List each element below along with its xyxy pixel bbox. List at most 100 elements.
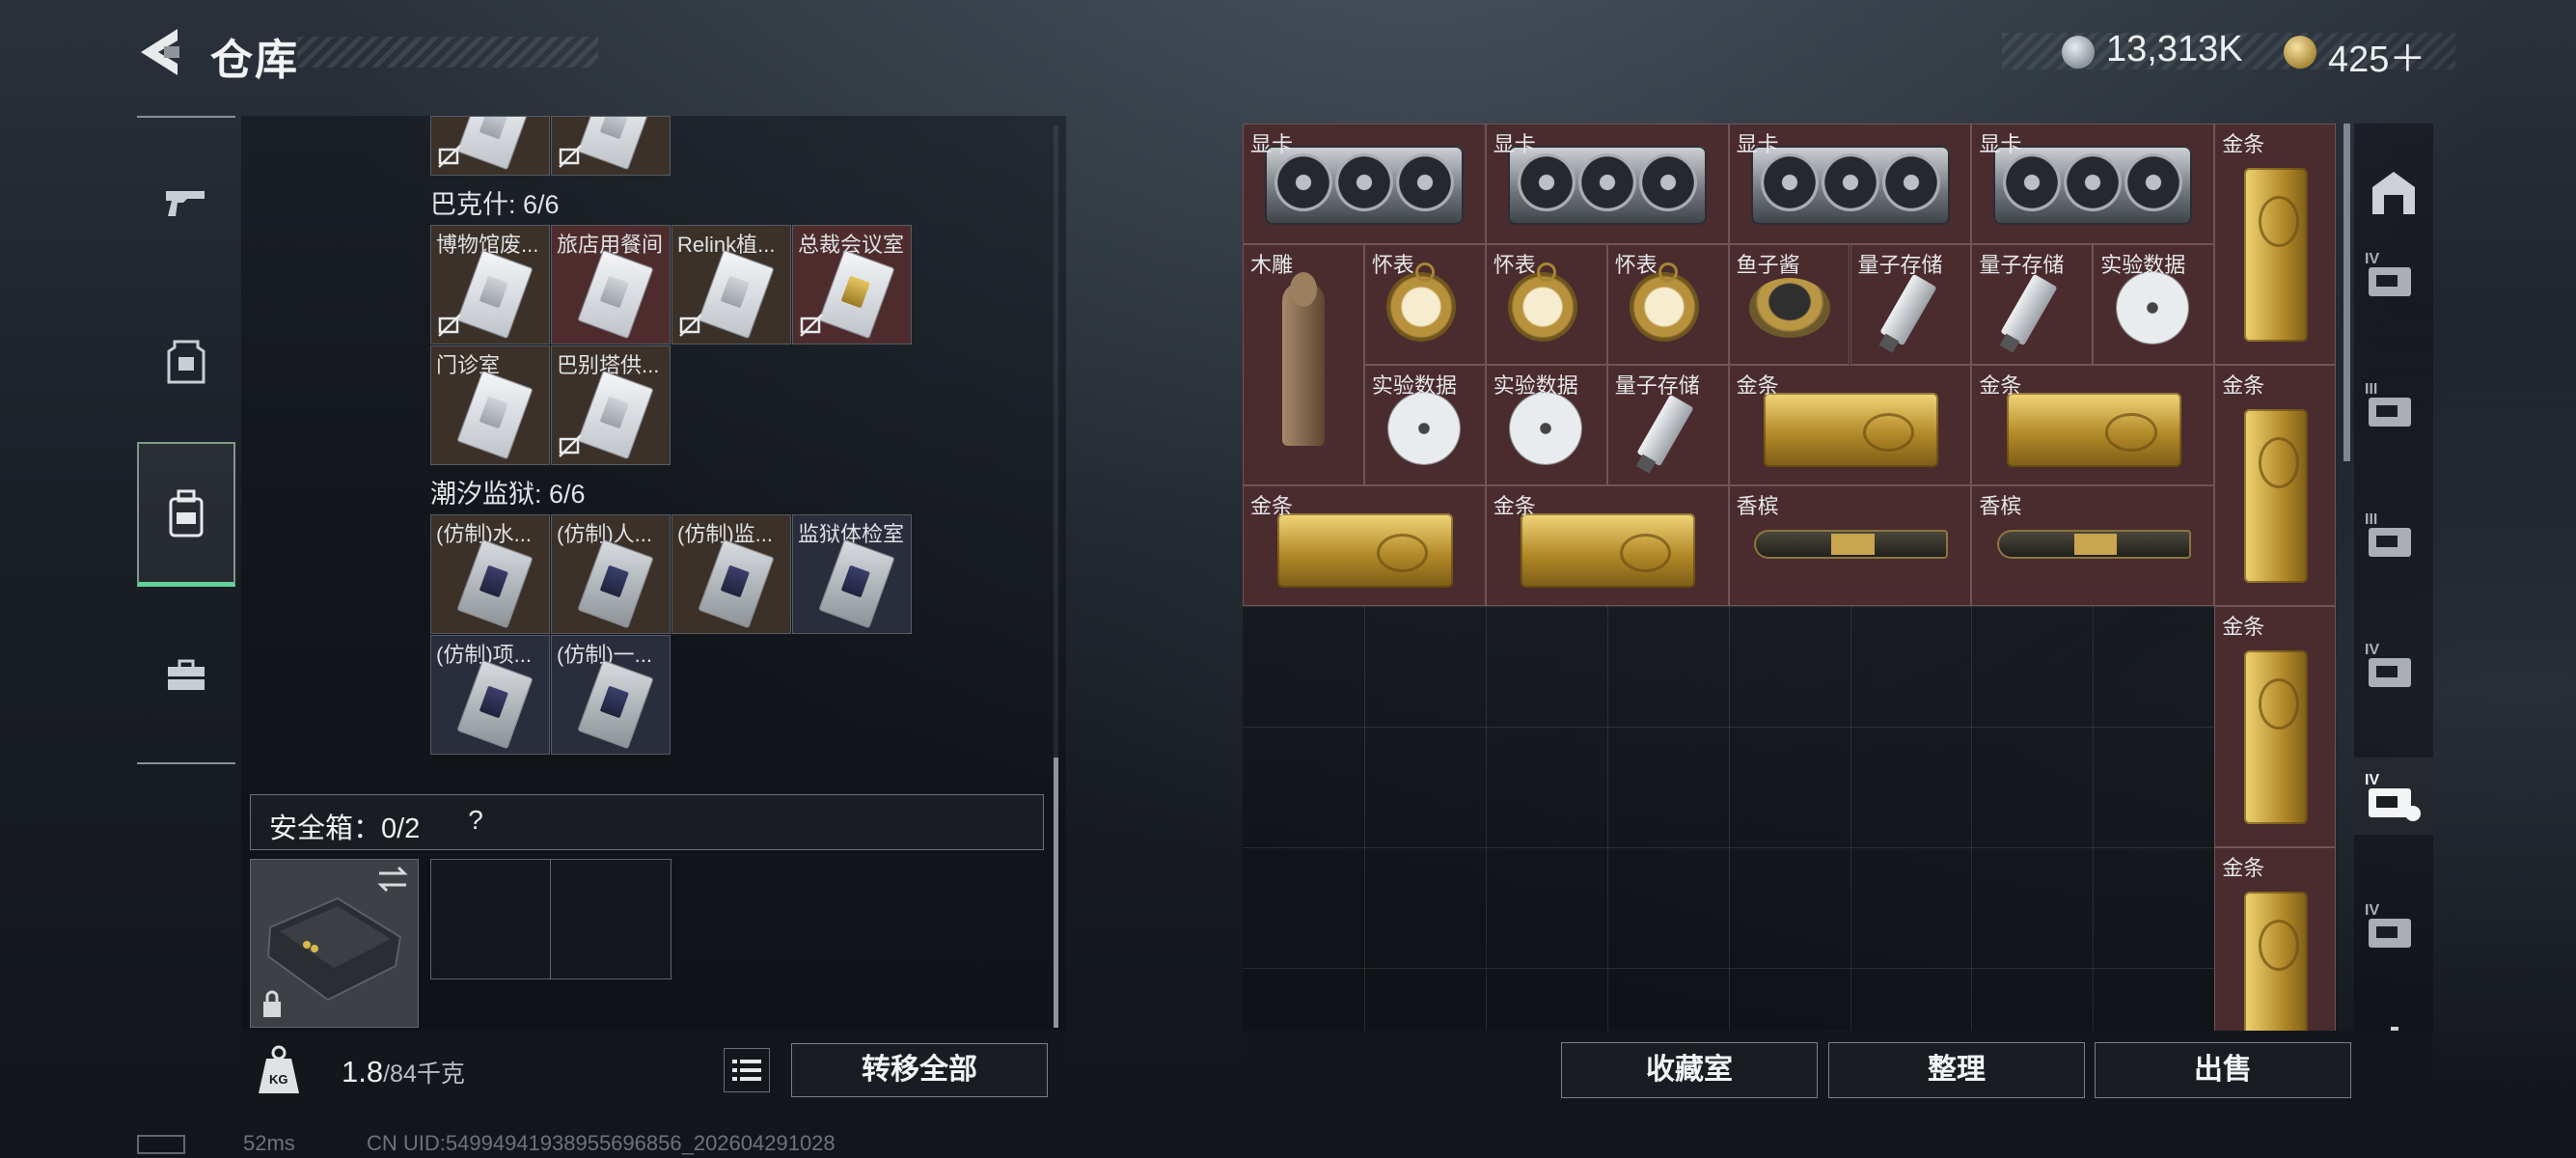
lock-icon [263,990,281,1017]
item-label: 金条 [1736,373,1779,398]
stash-item-disc[interactable]: 实验数据 [1363,365,1486,485]
stash-item-goldbar-h[interactable]: 金条 [1728,365,1972,485]
no-insure-icon [800,314,823,337]
stash-item-gpu[interactable]: 显卡 [1485,124,1729,244]
stash-item-champagne[interactable]: 香槟 [1971,485,2215,606]
data-disc-image [1509,393,1581,464]
item-cell[interactable]: 博物馆废... [430,225,550,345]
item-label: 实验数据 [2100,253,2186,277]
stash-item-gpu[interactable]: 显卡 [1728,124,1972,244]
stash-item-caviar[interactable]: 鱼子酱 [1728,244,1850,365]
item-cell[interactable]: 监狱体检室 [792,514,912,634]
list-icon [732,1060,761,1081]
ping-display: 52ms [243,1131,295,1155]
nav-toolbox[interactable] [137,603,235,748]
item-label: 金条 [2222,373,2265,398]
caviar-image [1748,278,1830,338]
keycard-image [577,659,654,750]
grid-line [1243,727,2336,728]
stash-tab-1[interactable]: IV [2354,236,2433,314]
stash-tab-2[interactable]: III [2354,367,2433,444]
data-disc-image [1387,393,1460,464]
stash-item-usb[interactable]: 量子存储 [1971,244,2094,365]
stash-tab-3[interactable]: III [2354,497,2433,574]
stash-item-disc[interactable]: 实验数据 [1485,365,1607,485]
left-scrollbar-thumb[interactable] [1054,758,1058,1028]
help-icon[interactable]: ? [459,802,492,839]
currency-gold[interactable]: 425＋ [2328,29,2425,82]
stash-item-usb[interactable]: 量子存储 [1850,244,1972,365]
svg-text:IV: IV [2365,772,2379,788]
stash-tab-5[interactable]: IV [2354,758,2433,835]
item-cell[interactable] [430,116,550,176]
stash-tab-4[interactable]: IV [2354,627,2433,704]
item-cell[interactable]: (仿制)一... [551,635,671,755]
stash-item-goldbar-v[interactable]: 金条 [2214,606,2337,847]
item-cell[interactable]: 门诊室 [430,345,550,465]
nav-weapons[interactable] [137,130,235,275]
stash-item-gpu[interactable]: 显卡 [1243,124,1486,244]
keycard-image [456,538,534,629]
keycard-image [698,249,775,340]
item-cell[interactable]: (仿制)水... [430,514,550,634]
item-label: 实验数据 [1493,373,1578,398]
svg-text:III: III [2365,511,2377,528]
goldbar-image [1763,392,1939,467]
item-cell[interactable] [551,116,671,176]
svg-text:III: III [2365,381,2377,398]
item-label: 实验数据 [1371,373,1457,398]
stash-scrollbar[interactable] [2343,124,2350,461]
list-view-button[interactable] [724,1048,770,1092]
statue-image [1282,272,1325,446]
back-arrow-icon[interactable] [135,25,183,79]
sort-button[interactable]: 整理 [1828,1042,2085,1098]
item-cell[interactable]: 巴别塔供... [551,345,671,465]
grid-line [1243,847,2336,848]
item-cell[interactable]: 总裁会议室 [792,225,912,345]
stash-item-watch[interactable]: 怀表 [1363,244,1486,365]
stash-tier-case-icon: IV [2365,772,2421,821]
goldbar-image [2006,392,2181,467]
safe-box-empty-slot[interactable] [430,859,671,979]
item-cell[interactable]: (仿制)监... [671,514,791,634]
stash-item-gpu[interactable]: 显卡 [1971,124,2215,244]
nav-armor[interactable] [137,290,235,434]
item-cell[interactable]: Relink植... [671,225,791,345]
stash-item-goldbar-v[interactable]: 金条 [2214,365,2337,606]
no-insure-icon [559,145,582,168]
gpu-image [1750,146,1950,225]
item-label: 显卡 [1736,132,1779,156]
stash-tab-home[interactable] [2354,154,2433,232]
goldbar-image [2244,168,2308,342]
toolbox-icon [168,659,205,690]
stash-item-watch[interactable]: 怀表 [1606,244,1729,365]
stash-item-statue[interactable]: 木雕 [1243,244,1364,485]
silver-coin-icon [2062,36,2095,69]
currency-silver[interactable]: 13,313K [2106,29,2243,70]
stash-item-goldbar-v[interactable]: 金条 [2214,124,2337,365]
stash-item-usb[interactable]: 量子存储 [1606,365,1729,485]
item-cell[interactable]: (仿制)人... [551,514,671,634]
stash-item-watch[interactable]: 怀表 [1485,244,1607,365]
stash-item-disc[interactable]: 实验数据 [2093,244,2215,365]
item-cell[interactable]: (仿制)项... [430,635,550,755]
item-cell[interactable]: 旅店用餐间 [551,225,671,345]
swap-icon[interactable] [375,866,410,893]
sell-button[interactable]: 出售 [2095,1042,2351,1098]
grid-line [1243,606,2336,607]
weight-value: 1.8 [342,1055,384,1089]
stash-item-goldbar-h[interactable]: 金条 [1485,485,1729,606]
collection-room-button[interactable]: 收藏室 [1561,1042,1818,1098]
battery-icon [137,1135,185,1154]
stash-item-champagne[interactable]: 香槟 [1728,485,1972,606]
stash-tab-6[interactable]: IV [2354,888,2433,965]
item-label: 显卡 [1979,132,2022,156]
item-label: 香槟 [1736,494,1779,518]
nav-backpack[interactable] [137,442,235,587]
stash-item-goldbar-h[interactable]: 金条 [1243,485,1486,606]
grid-line [1243,968,2336,969]
transfer-all-button[interactable]: 转移全部 [791,1043,1048,1097]
stash-item-goldbar-h[interactable]: 金条 [1971,365,2215,485]
no-insure-icon [679,314,702,337]
safe-box-item[interactable] [250,859,419,1028]
